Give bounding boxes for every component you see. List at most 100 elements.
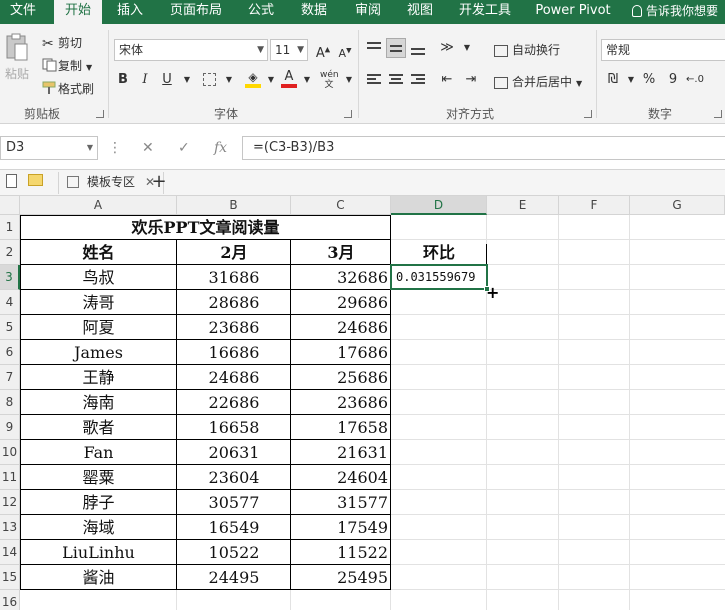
spreadsheet-grid[interactable]: A B C D E F G 1 2 3 4 5 6 7 8 9 10 11 12 13 14 15 16 欢乐PPT文章阅读量… <box>0 196 725 610</box>
table-cell[interactable]: 24686 <box>291 315 391 340</box>
chevron-down-icon[interactable]: ▼ <box>298 71 316 89</box>
row-header-15[interactable]: 15 <box>0 565 20 590</box>
row-header-16[interactable]: 16 <box>0 590 20 610</box>
number-launcher-icon[interactable] <box>714 110 722 118</box>
table-cell[interactable]: 30577 <box>177 490 291 515</box>
tab-formulas[interactable]: 公式 <box>238 0 284 24</box>
table-cell[interactable]: 25686 <box>291 365 391 390</box>
header-cell-ratio[interactable]: 环比 <box>391 240 487 265</box>
open-folder-button[interactable] <box>26 174 44 192</box>
font-color-button[interactable]: A <box>280 70 298 88</box>
table-cell[interactable]: 31686 <box>177 265 291 290</box>
tab-review[interactable]: 审阅 <box>344 0 392 24</box>
accounting-format-button[interactable]: ₪ <box>604 71 622 89</box>
table-cell[interactable]: 王静 <box>20 365 177 390</box>
tab-data[interactable]: 数据 <box>290 0 338 24</box>
header-cell[interactable]: 3月 <box>291 240 391 265</box>
align-center-button[interactable] <box>386 70 406 90</box>
alignment-launcher-icon[interactable] <box>584 110 592 118</box>
table-cell[interactable]: 28686 <box>177 290 291 315</box>
row-header-5[interactable]: 5 <box>0 315 20 340</box>
chevron-down-icon[interactable]: ▼ <box>458 39 476 57</box>
align-middle-button[interactable] <box>386 38 406 58</box>
cancel-button[interactable]: ✕ <box>142 136 154 160</box>
column-header-E[interactable]: E <box>487 196 559 215</box>
row-header-6[interactable]: 6 <box>0 340 20 365</box>
tab-developer[interactable]: 开发工具 <box>452 0 518 24</box>
paste-button[interactable]: 粘贴 <box>4 32 30 88</box>
table-cell[interactable]: 32686 <box>291 265 391 290</box>
align-top-button[interactable] <box>364 38 384 58</box>
select-all-corner[interactable] <box>0 196 20 215</box>
font-launcher-icon[interactable] <box>344 110 352 118</box>
table-title[interactable]: 欢乐PPT文章阅读量 <box>20 215 391 240</box>
borders-button[interactable] <box>200 71 218 89</box>
column-header-G[interactable]: G <box>630 196 725 215</box>
table-cell[interactable]: 31577 <box>291 490 391 515</box>
table-cell[interactable]: James <box>20 340 177 365</box>
wrap-text-button[interactable]: 自动换行 <box>494 41 560 58</box>
table-cell[interactable]: 21631 <box>291 440 391 465</box>
row-header-11[interactable]: 11 <box>0 465 20 490</box>
row-header-4[interactable]: 4 <box>0 290 20 315</box>
table-cell[interactable]: Fan <box>20 440 177 465</box>
percent-style-button[interactable]: % <box>640 71 658 89</box>
formula-input[interactable]: =(C3-B3)/B3 <box>242 136 725 160</box>
table-cell[interactable]: 22686 <box>177 390 291 415</box>
increase-decimal-button[interactable]: ←.0 <box>686 71 704 89</box>
table-cell[interactable]: 酱油 <box>20 565 177 590</box>
bold-button[interactable]: B <box>114 71 132 89</box>
table-cell[interactable]: 11522 <box>291 540 391 565</box>
orientation-button[interactable]: ≫ <box>438 39 456 57</box>
tab-file[interactable]: 文件 <box>0 0 46 24</box>
cut-button[interactable]: ✂ 剪切 <box>42 34 82 52</box>
enter-button[interactable]: ✓ <box>178 136 190 160</box>
row-header-3[interactable]: 3 <box>0 265 20 290</box>
table-cell[interactable]: 17658 <box>291 415 391 440</box>
copy-button[interactable]: 复制 ▼ <box>42 57 92 75</box>
chevron-down-icon[interactable]: ▼ <box>178 71 196 89</box>
row-header-2[interactable]: 2 <box>0 240 20 265</box>
table-cell[interactable]: 23686 <box>177 315 291 340</box>
number-format-select[interactable]: 常规 <box>601 39 725 61</box>
chevron-down-icon[interactable]: ▼ <box>262 71 280 89</box>
insert-function-button[interactable]: fx <box>214 136 227 160</box>
tab-power-pivot[interactable]: Power Pivot <box>528 0 618 24</box>
row-header-12[interactable]: 12 <box>0 490 20 515</box>
table-cell[interactable]: 海南 <box>20 390 177 415</box>
table-cell[interactable]: 10522 <box>177 540 291 565</box>
chevron-down-icon[interactable]: ▼ <box>622 71 640 89</box>
table-cell[interactable]: 24686 <box>177 365 291 390</box>
merge-center-button[interactable]: 合并后居中 ▼ <box>494 73 582 90</box>
table-cell[interactable]: 鸟叔 <box>20 265 177 290</box>
font-name-select[interactable]: 宋体 ▼ <box>114 39 268 61</box>
tab-insert[interactable]: 插入 <box>106 0 154 24</box>
row-header-7[interactable]: 7 <box>0 365 20 390</box>
row-header-8[interactable]: 8 <box>0 390 20 415</box>
tab-view[interactable]: 视图 <box>396 0 444 24</box>
table-cell[interactable]: 阿夏 <box>20 315 177 340</box>
table-cell[interactable]: 涛哥 <box>20 290 177 315</box>
decrease-indent-button[interactable]: ⇤ <box>438 71 456 89</box>
table-cell[interactable]: 16686 <box>177 340 291 365</box>
add-tab-button[interactable]: + <box>150 173 168 191</box>
italic-button[interactable]: I <box>136 71 154 89</box>
table-cell[interactable]: 17686 <box>291 340 391 365</box>
chevron-down-icon[interactable]: ▼ <box>340 71 358 89</box>
column-header-D[interactable]: D <box>391 196 487 215</box>
increase-font-size-button[interactable]: A▲ <box>314 41 332 61</box>
format-painter-button[interactable]: 格式刷 <box>42 80 94 98</box>
fill-color-button[interactable]: ◈ <box>244 70 262 88</box>
decrease-font-size-button[interactable]: A▼ <box>336 41 354 60</box>
table-cell[interactable]: 罂粟 <box>20 465 177 490</box>
tab-page-layout[interactable]: 页面布局 <box>160 0 232 24</box>
table-cell[interactable]: 23604 <box>177 465 291 490</box>
phonetic-guide-button[interactable]: wén 文 <box>320 70 339 90</box>
new-file-button[interactable] <box>2 174 20 192</box>
table-cell[interactable]: 17549 <box>291 515 391 540</box>
table-cell[interactable]: 20631 <box>177 440 291 465</box>
table-cell[interactable]: 脖子 <box>20 490 177 515</box>
align-right-button[interactable] <box>408 70 428 90</box>
header-cell[interactable]: 姓名 <box>20 240 177 265</box>
table-cell[interactable]: 25495 <box>291 565 391 590</box>
